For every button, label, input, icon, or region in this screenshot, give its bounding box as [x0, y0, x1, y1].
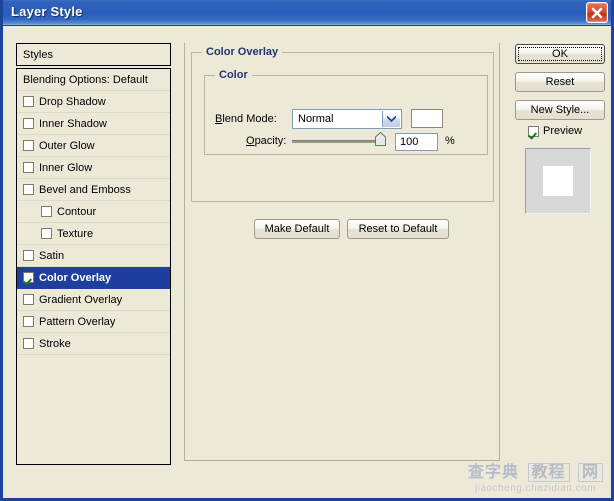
inner-glow-checkbox[interactable] — [23, 162, 34, 173]
opacity-input-value: 100 — [400, 136, 419, 148]
preview-swatch-inner — [543, 166, 573, 196]
new-style-button-label: New Style... — [530, 104, 590, 116]
list-item-drop-shadow[interactable]: Drop Shadow — [17, 91, 170, 113]
styles-header-label: Styles — [23, 48, 53, 61]
list-item-label: Bevel and Emboss — [39, 183, 131, 196]
list-item-outer-glow[interactable]: Outer Glow — [17, 135, 170, 157]
outer-glow-checkbox[interactable] — [23, 140, 34, 151]
preview-checkbox[interactable] — [528, 125, 539, 137]
list-item-label: Stroke — [39, 337, 71, 350]
gradient-overlay-checkbox[interactable] — [23, 294, 34, 305]
list-item-texture[interactable]: Texture — [17, 223, 170, 245]
preview-checkbox-row[interactable]: Preview — [528, 125, 582, 137]
new-style-button[interactable]: New Style... — [515, 100, 605, 120]
list-item-gradient-overlay[interactable]: Gradient Overlay — [17, 289, 170, 311]
color-overlay-checkbox[interactable] — [23, 272, 34, 283]
list-item-pattern-overlay[interactable]: Pattern Overlay — [17, 311, 170, 333]
list-item-label: Satin — [39, 249, 65, 262]
list-item-label: Inner Shadow — [39, 117, 107, 130]
chevron-down-icon[interactable] — [382, 111, 400, 127]
watermark-boxed-a: 教程 — [527, 463, 570, 482]
drop-shadow-checkbox[interactable] — [23, 96, 34, 107]
list-item-label: Color Overlay — [39, 271, 112, 284]
watermark-brand: 查字典 — [468, 464, 520, 481]
list-item-label: Blending Options: Default — [23, 73, 148, 86]
window-title: Layer Style — [11, 4, 83, 19]
blend-mode-label: Blend Mode: — [215, 113, 277, 125]
list-item-label: Outer Glow — [39, 139, 95, 152]
reset-to-default-button[interactable]: Reset to Default — [347, 219, 449, 239]
reset-button-label: Reset — [545, 76, 575, 88]
contour-checkbox[interactable] — [41, 206, 52, 217]
reset-button[interactable]: Reset — [515, 72, 605, 92]
watermark-url: jiaocheng.chazidian.com — [475, 483, 597, 494]
styles-header: Styles — [16, 43, 171, 66]
color-group-legend: Color — [215, 69, 252, 81]
pattern-overlay-checkbox[interactable] — [23, 316, 34, 327]
preview-label: Preview — [543, 125, 583, 137]
list-item-label: Drop Shadow — [39, 95, 106, 108]
ok-button[interactable]: OK — [515, 44, 605, 64]
list-item-label: Inner Glow — [39, 161, 93, 174]
inner-shadow-checkbox[interactable] — [23, 118, 34, 129]
close-icon — [591, 7, 603, 19]
texture-checkbox[interactable] — [41, 228, 52, 239]
color-swatch-button[interactable] — [411, 109, 443, 128]
opacity-label: Opacity: — [246, 135, 287, 147]
list-item-blending-options[interactable]: Blending Options: Default — [17, 69, 170, 91]
list-item-inner-glow[interactable]: Inner Glow — [17, 157, 170, 179]
list-item-bevel-and-emboss[interactable]: Bevel and Emboss — [17, 179, 170, 201]
list-item-stroke[interactable]: Stroke — [17, 333, 170, 355]
settings-panel: Color Overlay Color Blend Mode: Normal O… — [184, 43, 500, 461]
list-item-satin[interactable]: Satin — [17, 245, 170, 267]
bevel-and-emboss-checkbox[interactable] — [23, 184, 34, 195]
opacity-slider-track[interactable] — [292, 140, 384, 143]
opacity-slider-thumb[interactable] — [375, 131, 386, 146]
color-overlay-group: Color Overlay Color Blend Mode: Normal O… — [191, 46, 494, 239]
blend-mode-value: Normal — [298, 113, 334, 125]
title-bar[interactable]: Layer Style — [3, 0, 611, 26]
list-item-label: Contour — [57, 205, 97, 218]
stroke-checkbox[interactable] — [23, 338, 34, 349]
watermark-boxed-b: 网 — [577, 463, 603, 482]
list-item-label: Gradient Overlay — [39, 293, 123, 306]
reset-to-default-button-label: Reset to Default — [358, 223, 438, 235]
list-item-inner-shadow[interactable]: Inner Shadow — [17, 113, 170, 135]
color-group: Color Blend Mode: Normal Opacity: 100 % — [204, 69, 488, 155]
preview-swatch — [525, 148, 591, 214]
blend-mode-select[interactable]: Normal — [292, 109, 402, 129]
layer-style-dialog: Layer Style Styles Blending Options: Def… — [0, 0, 614, 501]
ok-button-label: OK — [552, 48, 568, 60]
opacity-input[interactable]: 100 — [395, 133, 438, 151]
list-item-contour[interactable]: Contour — [17, 201, 170, 223]
watermark: 查字典 教程 网 jiaocheng.chazidian.com — [468, 458, 603, 494]
list-item-label: Texture — [57, 227, 94, 240]
watermark-line1: 查字典 教程 网 — [468, 458, 603, 482]
list-item-label: Pattern Overlay — [39, 315, 116, 328]
styles-list[interactable]: Blending Options: Default Drop Shadow In… — [16, 68, 171, 465]
satin-checkbox[interactable] — [23, 250, 34, 261]
opacity-unit-label: % — [445, 135, 455, 147]
close-button[interactable] — [586, 2, 608, 23]
make-default-button[interactable]: Make Default — [254, 219, 340, 239]
make-default-button-label: Make Default — [264, 223, 330, 235]
list-item-color-overlay[interactable]: Color Overlay — [17, 267, 170, 289]
color-overlay-group-legend: Color Overlay — [202, 46, 283, 58]
